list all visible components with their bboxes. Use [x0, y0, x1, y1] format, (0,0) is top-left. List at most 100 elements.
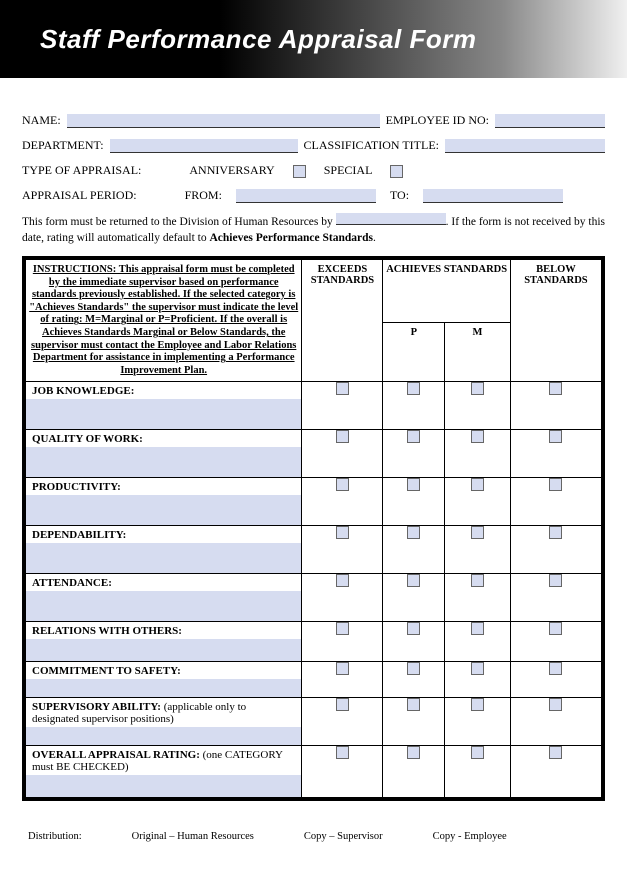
below-checkbox[interactable]: [549, 662, 562, 675]
category-cell: JOB KNOWLEDGE:: [24, 382, 302, 430]
p-checkbox[interactable]: [407, 382, 420, 395]
special-label: SPECIAL: [324, 163, 373, 178]
comment-field[interactable]: [26, 591, 301, 621]
p-checkbox[interactable]: [407, 430, 420, 443]
checkbox-cell: [383, 478, 445, 526]
to-input[interactable]: [423, 189, 563, 203]
category-cell: ATTENDANCE:: [24, 574, 302, 622]
below-checkbox[interactable]: [549, 622, 562, 635]
checkbox-cell: [302, 574, 383, 622]
comment-field[interactable]: [26, 399, 301, 429]
category-title: JOB KNOWLEDGE:: [32, 385, 134, 397]
checkbox-cell: [302, 622, 383, 662]
exceeds-checkbox[interactable]: [336, 662, 349, 675]
category-title: SUPERVISORY ABILITY:: [32, 701, 161, 713]
exceeds-checkbox[interactable]: [336, 430, 349, 443]
m-checkbox[interactable]: [471, 430, 484, 443]
exceeds-checkbox[interactable]: [336, 574, 349, 587]
comment-field[interactable]: [26, 727, 301, 745]
exceeds-checkbox[interactable]: [336, 478, 349, 491]
period-label: APPRAISAL PERIOD:: [22, 188, 137, 203]
m-checkbox[interactable]: [471, 478, 484, 491]
exceeds-checkbox[interactable]: [336, 622, 349, 635]
distribution-a: Original – Human Resources: [132, 831, 254, 842]
checkbox-cell: [302, 382, 383, 430]
checkbox-cell: [302, 526, 383, 574]
comment-field[interactable]: [26, 543, 301, 573]
m-checkbox[interactable]: [471, 698, 484, 711]
m-checkbox[interactable]: [471, 622, 484, 635]
checkbox-cell: [445, 430, 511, 478]
p-checkbox[interactable]: [407, 662, 420, 675]
checkbox-cell: [510, 526, 603, 574]
checkbox-cell: [383, 698, 445, 746]
below-checkbox[interactable]: [549, 430, 562, 443]
comment-field[interactable]: [26, 639, 301, 661]
p-checkbox[interactable]: [407, 746, 420, 759]
below-checkbox[interactable]: [549, 574, 562, 587]
m-checkbox[interactable]: [471, 574, 484, 587]
p-checkbox[interactable]: [407, 526, 420, 539]
m-checkbox[interactable]: [471, 382, 484, 395]
special-checkbox[interactable]: [390, 165, 403, 178]
exceeds-checkbox[interactable]: [336, 698, 349, 711]
p-checkbox[interactable]: [407, 698, 420, 711]
below-checkbox[interactable]: [549, 382, 562, 395]
below-checkbox[interactable]: [549, 526, 562, 539]
page-title: Staff Performance Appraisal Form: [40, 24, 476, 55]
header-row: INSTRUCTIONS: This appraisal form must b…: [24, 258, 603, 322]
comment-field[interactable]: [26, 775, 301, 797]
exceeds-checkbox[interactable]: [336, 746, 349, 759]
instructions-text: INSTRUCTIONS: This appraisal form must b…: [29, 264, 298, 376]
exceeds-checkbox[interactable]: [336, 526, 349, 539]
m-checkbox[interactable]: [471, 662, 484, 675]
comment-field[interactable]: [26, 447, 301, 477]
p-checkbox[interactable]: [407, 574, 420, 587]
from-input[interactable]: [236, 189, 376, 203]
p-checkbox[interactable]: [407, 478, 420, 491]
m-checkbox[interactable]: [471, 746, 484, 759]
m-checkbox[interactable]: [471, 526, 484, 539]
checkbox-cell: [302, 478, 383, 526]
below-checkbox[interactable]: [549, 478, 562, 491]
exceeds-checkbox[interactable]: [336, 382, 349, 395]
rating-row: PRODUCTIVITY:: [24, 478, 603, 526]
p-checkbox[interactable]: [407, 622, 420, 635]
checkbox-cell: [383, 574, 445, 622]
distribution-c: Copy - Employee: [433, 831, 507, 842]
category-title: PRODUCTIVITY:: [32, 481, 121, 493]
below-checkbox[interactable]: [549, 746, 562, 759]
checkbox-cell: [510, 430, 603, 478]
distribution-row: Distribution: Original – Human Resources…: [0, 801, 627, 862]
rating-matrix: INSTRUCTIONS: This appraisal form must b…: [22, 256, 605, 801]
rating-row: QUALITY OF WORK:: [24, 430, 603, 478]
header-m: M: [445, 322, 511, 382]
type-label: TYPE OF APPRAISAL:: [22, 163, 141, 178]
return-note: This form must be returned to the Divisi…: [22, 213, 605, 246]
deadline-input[interactable]: [336, 213, 446, 225]
rating-row: RELATIONS WITH OTHERS:: [24, 622, 603, 662]
rating-row: DEPENDABILITY:: [24, 526, 603, 574]
category-title: OVERALL APPRAISAL RATING:: [32, 749, 200, 761]
comment-field[interactable]: [26, 679, 301, 697]
anniversary-checkbox[interactable]: [293, 165, 306, 178]
checkbox-cell: [302, 746, 383, 800]
checkbox-cell: [445, 698, 511, 746]
checkbox-cell: [302, 698, 383, 746]
rating-row: JOB KNOWLEDGE:: [24, 382, 603, 430]
comment-field[interactable]: [26, 495, 301, 525]
name-input[interactable]: [67, 114, 380, 128]
anniversary-label: ANNIVERSARY: [189, 163, 274, 178]
checkbox-cell: [445, 574, 511, 622]
department-label: DEPARTMENT:: [22, 138, 104, 153]
classification-input[interactable]: [445, 139, 605, 153]
checkbox-cell: [510, 574, 603, 622]
checkbox-cell: [510, 382, 603, 430]
department-input[interactable]: [110, 139, 298, 153]
employee-id-input[interactable]: [495, 114, 605, 128]
checkbox-cell: [510, 746, 603, 800]
checkbox-cell: [445, 622, 511, 662]
checkbox-cell: [445, 746, 511, 800]
checkbox-cell: [445, 478, 511, 526]
below-checkbox[interactable]: [549, 698, 562, 711]
